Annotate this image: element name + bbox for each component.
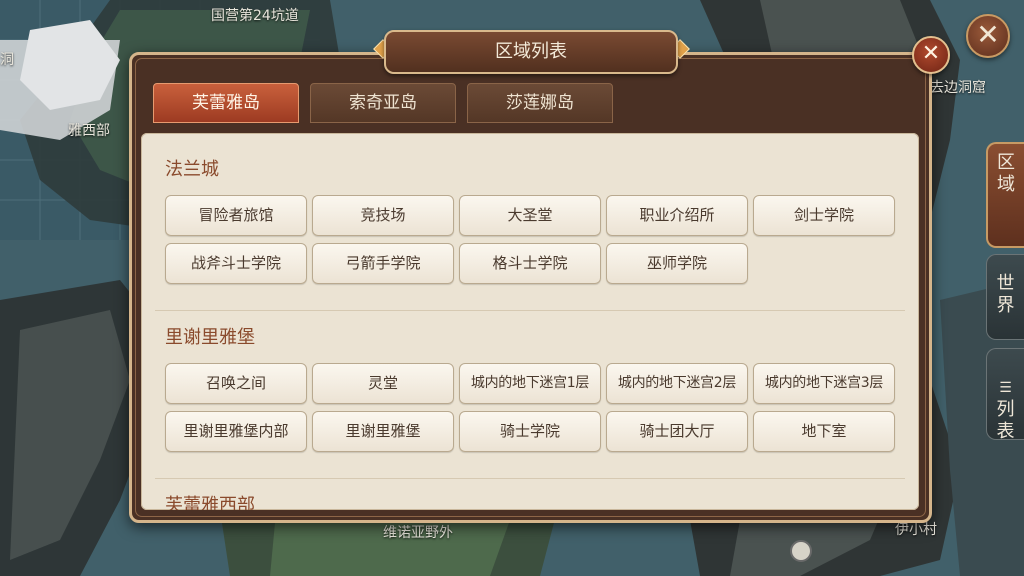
region-button[interactable]: 城内的地下迷宫2层 xyxy=(606,363,748,404)
region-button[interactable]: 召唤之间 xyxy=(165,363,307,404)
tab-label: 芙蕾雅岛 xyxy=(192,93,260,113)
region-button[interactable]: 竞技场 xyxy=(312,195,454,236)
map-label-pit-24: 国营第24坑道 xyxy=(211,8,299,24)
side-tab-list-char-2: 表 xyxy=(996,421,1015,442)
tab-sochia-island[interactable]: 索奇亚岛 xyxy=(310,83,456,123)
map-label-cave: 洞 xyxy=(0,52,14,68)
region-button[interactable]: 冒险者旅馆 xyxy=(165,195,307,236)
close-icon: ✕ xyxy=(921,41,941,66)
side-tab-list[interactable]: ☰ 列 表 xyxy=(986,348,1024,442)
side-tab-region-char-2: 域 xyxy=(997,174,1015,195)
region-button[interactable]: 灵堂 xyxy=(312,363,454,404)
region-button[interactable]: 城内的地下迷宫1层 xyxy=(459,363,601,404)
section-title-falan: 法兰城 xyxy=(165,159,219,180)
side-tab-world-char-2: 界 xyxy=(996,295,1015,316)
side-tab-world-char-1: 世 xyxy=(996,273,1015,294)
section-divider xyxy=(155,310,905,311)
region-button[interactable]: 格斗士学院 xyxy=(459,243,601,284)
region-button[interactable]: 职业介绍所 xyxy=(606,195,748,236)
region-button[interactable]: 骑士学院 xyxy=(459,411,601,452)
region-button[interactable]: 弓箭手学院 xyxy=(312,243,454,284)
side-tab-world[interactable]: 世 界 xyxy=(986,254,1024,340)
list-icon: ☰ xyxy=(999,380,1012,396)
region-button[interactable]: 战斧斗士学院 xyxy=(165,243,307,284)
region-button[interactable]: 里谢里雅堡 xyxy=(312,411,454,452)
section-divider xyxy=(155,478,905,479)
region-button[interactable]: 骑士团大厅 xyxy=(606,411,748,452)
dialog-title-text: 区域列表 xyxy=(495,41,567,62)
region-button[interactable]: 剑士学院 xyxy=(753,195,895,236)
section-title-freya-west: 芙蕾雅西部 xyxy=(165,495,255,510)
map-close-button[interactable]: ✕ xyxy=(966,14,1010,58)
tab-freya-island[interactable]: 芙蕾雅岛 xyxy=(153,83,299,123)
region-button[interactable]: 地下室 xyxy=(753,411,895,452)
region-button[interactable]: 城内的地下迷宫3层 xyxy=(753,363,895,404)
section-title-lishelia: 里谢里雅堡 xyxy=(165,327,255,348)
region-button[interactable]: 巫师学院 xyxy=(606,243,748,284)
side-tab-region-char-1: 区 xyxy=(997,152,1015,173)
region-list-panel[interactable]: 法兰城 冒险者旅馆 竞技场 大圣堂 职业介绍所 剑士学院 战斧斗士学院 弓箭手学… xyxy=(141,133,919,510)
tab-label: 索奇亚岛 xyxy=(349,93,417,113)
dialog-close-button[interactable]: ✕ xyxy=(912,36,950,74)
map-label-vinoya: 维诺亚野外 xyxy=(383,525,453,541)
side-tab-list-char-1: 列 xyxy=(996,399,1015,420)
tab-sarena-island[interactable]: 莎莲娜岛 xyxy=(467,83,613,123)
map-label-west: 雅西部 xyxy=(68,123,110,139)
close-icon: ✕ xyxy=(976,18,1000,51)
map-label-east-cave: 去边洞窟 xyxy=(930,80,986,96)
map-marker-icon[interactable] xyxy=(790,540,812,562)
region-button[interactable]: 里谢里雅堡内部 xyxy=(165,411,307,452)
dialog-title: 区域列表 xyxy=(384,30,678,74)
side-tab-region[interactable]: 区 域 xyxy=(986,142,1024,248)
region-button[interactable]: 大圣堂 xyxy=(459,195,601,236)
tab-label: 莎莲娜岛 xyxy=(506,93,574,113)
